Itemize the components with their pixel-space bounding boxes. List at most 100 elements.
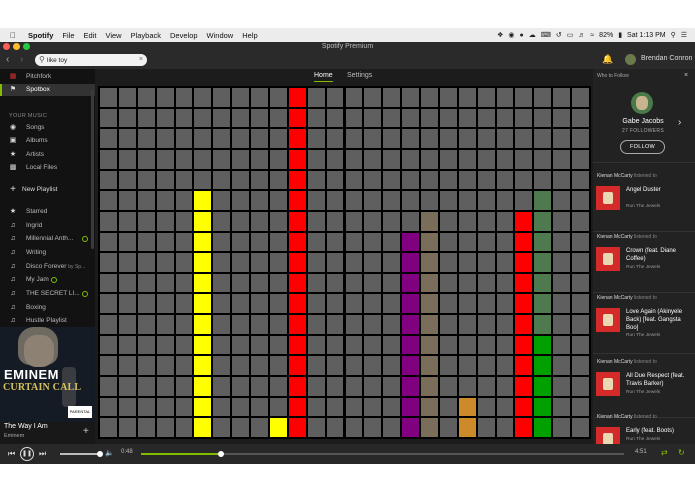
sequencer-cell[interactable] (364, 129, 382, 148)
sequencer-cell[interactable] (515, 418, 533, 437)
sequencer-cell[interactable] (175, 191, 193, 210)
sequencer-cell[interactable] (515, 315, 533, 334)
sequencer-cell[interactable] (477, 170, 495, 190)
sequencer-cell[interactable] (175, 211, 193, 231)
sequencer-cell[interactable] (439, 149, 457, 169)
sequencer-cell[interactable] (288, 335, 306, 355)
activity-track[interactable]: Love Again (Akinyele Back) [feat. Gangst… (626, 308, 690, 332)
sequencer-cell[interactable] (402, 377, 420, 396)
menu-window[interactable]: Window (207, 31, 234, 40)
sequencer-cell[interactable] (458, 108, 476, 128)
sequencer-cell[interactable] (326, 397, 344, 417)
sequencer-cell[interactable] (326, 377, 344, 396)
time-machine-icon[interactable]: ↺ (556, 31, 562, 39)
sequencer-cell[interactable] (232, 108, 250, 128)
sequencer-cell[interactable] (515, 108, 533, 128)
sequencer-cell[interactable] (137, 253, 155, 272)
sequencer-cell[interactable] (572, 149, 589, 169)
sequencer-cell[interactable] (496, 377, 514, 396)
sequencer-cell[interactable] (175, 294, 193, 314)
sequencer-cell[interactable] (402, 149, 420, 169)
sequencer-cell[interactable] (100, 397, 117, 417)
sequencer-cell[interactable] (383, 108, 401, 128)
follow-button[interactable]: FOLLOW (620, 140, 665, 154)
sequencer-cell[interactable] (364, 88, 382, 107)
shuffle-icon[interactable]: ⇄ (661, 448, 668, 457)
activity-track[interactable]: Crown (feat. Diane Coffee) (626, 247, 690, 263)
sequencer-cell[interactable] (232, 356, 250, 376)
sequencer-cell[interactable] (458, 335, 476, 355)
sequencer-cell[interactable] (213, 335, 231, 355)
sequencer-cell[interactable] (477, 88, 495, 107)
sequencer-cell[interactable] (383, 191, 401, 210)
sequencer-cell[interactable] (269, 170, 287, 190)
forward-arrow-icon[interactable]: › (20, 54, 23, 65)
activity-user-name[interactable]: Kienan McCarty (597, 234, 633, 240)
sequencer-cell[interactable] (515, 88, 533, 107)
sequencer-cell[interactable] (307, 356, 325, 376)
sequencer-cell[interactable] (213, 170, 231, 190)
sequencer-cell[interactable] (194, 397, 212, 417)
sequencer-cell[interactable] (288, 356, 306, 376)
sequencer-cell[interactable] (251, 418, 268, 437)
sequencer-cell[interactable] (421, 377, 438, 396)
sequencer-cell[interactable] (232, 377, 250, 396)
sequencer-cell[interactable] (496, 191, 514, 210)
sequencer-cell[interactable] (402, 129, 420, 148)
sequencer-cell[interactable] (232, 397, 250, 417)
sequencer-cell[interactable] (439, 88, 457, 107)
sequencer-cell[interactable] (100, 294, 117, 314)
cloud-icon[interactable]: ☁ (529, 31, 536, 39)
sequencer-cell[interactable] (345, 211, 363, 231)
sequencer-cell[interactable] (553, 294, 571, 314)
tab-settings[interactable]: Settings (347, 72, 372, 79)
sequencer-cell[interactable] (515, 335, 533, 355)
sequencer-cell[interactable] (326, 335, 344, 355)
sequencer-cell[interactable] (194, 294, 212, 314)
sequencer-cell[interactable] (553, 273, 571, 293)
sequencer-cell[interactable] (118, 149, 136, 169)
sequencer-cell[interactable] (326, 315, 344, 334)
chevron-right-icon[interactable]: › (678, 117, 681, 128)
activity-artist[interactable]: Run The Jewels (626, 333, 660, 338)
now-playing-artist[interactable]: Eminem (4, 433, 24, 439)
close-icon[interactable]: × (684, 72, 688, 79)
sequencer-cell[interactable] (326, 253, 344, 272)
sequencer-cell[interactable] (137, 356, 155, 376)
track-art[interactable] (596, 186, 620, 210)
sequencer-cell[interactable] (345, 232, 363, 252)
sequencer-cell[interactable] (496, 273, 514, 293)
sequencer-cell[interactable] (345, 191, 363, 210)
sequencer-cell[interactable] (288, 315, 306, 334)
sequencer-cell[interactable] (572, 294, 589, 314)
sequencer-cell[interactable] (345, 418, 363, 437)
sequencer-cell[interactable] (326, 108, 344, 128)
sequencer-cell[interactable] (402, 232, 420, 252)
sequencer-cell[interactable] (175, 108, 193, 128)
sequencer-cell[interactable] (118, 294, 136, 314)
sequencer-cell[interactable] (534, 273, 552, 293)
sequencer-cell[interactable] (534, 149, 552, 169)
sequencer-cell[interactable] (439, 335, 457, 355)
sequencer-cell[interactable] (383, 377, 401, 396)
sequencer-cell[interactable] (307, 149, 325, 169)
sequencer-cell[interactable] (288, 232, 306, 252)
sequencer-cell[interactable] (421, 315, 438, 334)
sequencer-cell[interactable] (118, 191, 136, 210)
track-art[interactable] (596, 427, 620, 444)
sequencer-cell[interactable] (137, 149, 155, 169)
sequencer-cell[interactable] (572, 273, 589, 293)
sequencer-cell[interactable] (156, 356, 174, 376)
sequencer-cell[interactable] (156, 273, 174, 293)
sequencer-cell[interactable] (345, 335, 363, 355)
sequencer-cell[interactable] (307, 294, 325, 314)
sequencer-cell[interactable] (534, 335, 552, 355)
sequencer-cell[interactable] (288, 211, 306, 231)
sequencer-cell[interactable] (421, 397, 438, 417)
sequencer-cell[interactable] (156, 191, 174, 210)
sequencer-cell[interactable] (345, 294, 363, 314)
sequencer-cell[interactable] (402, 397, 420, 417)
sequencer-cell[interactable] (496, 170, 514, 190)
sequencer-cell[interactable] (269, 88, 287, 107)
sequencer-cell[interactable] (213, 108, 231, 128)
